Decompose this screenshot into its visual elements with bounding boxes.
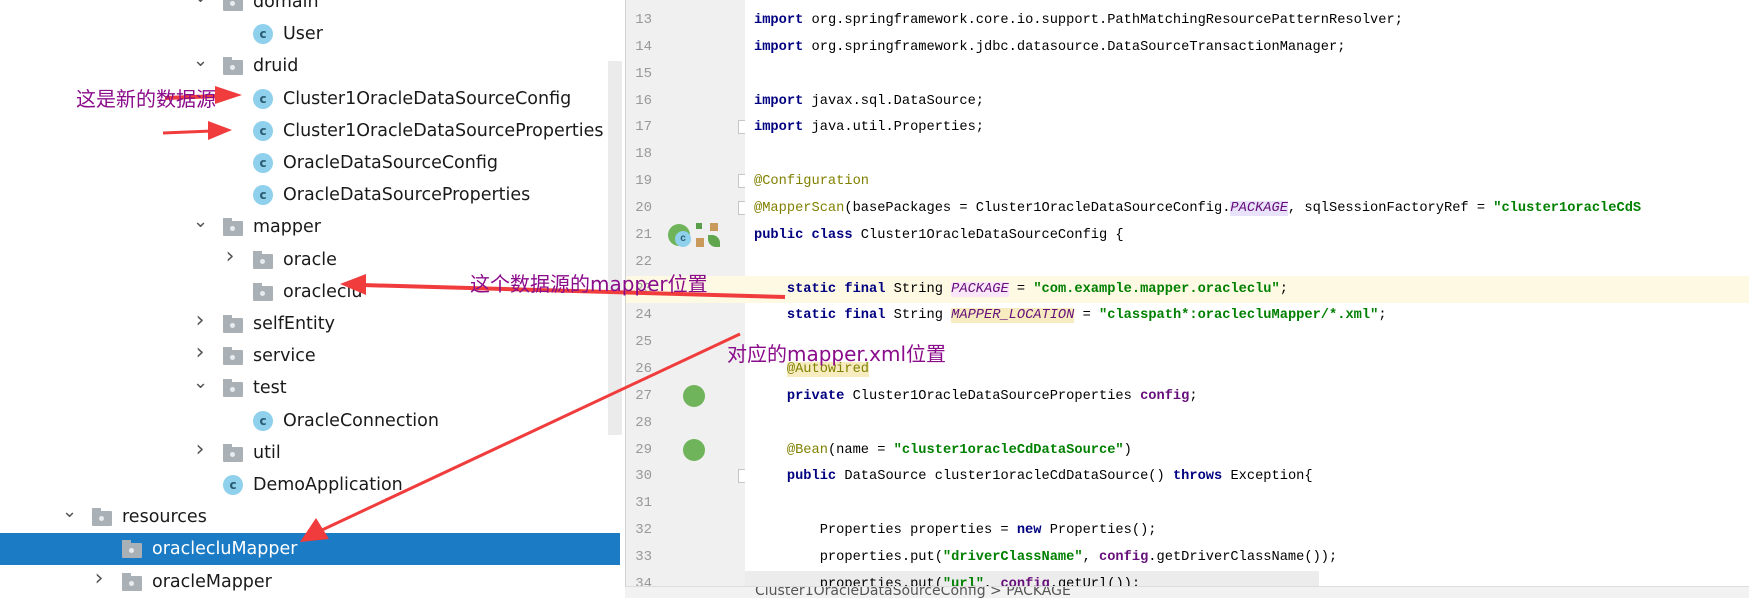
annotation-mapper-location: 这个数据源的mapper位置 (470, 272, 708, 296)
arrow-xml-location (300, 332, 741, 542)
annotation-new-datasource: 这是新的数据源 (76, 87, 216, 111)
annotation-arrows (162, 86, 786, 542)
annotation-xml-location: 对应的mapper.xml位置 (727, 342, 947, 366)
arrow-new-datasource-2 (162, 121, 232, 140)
